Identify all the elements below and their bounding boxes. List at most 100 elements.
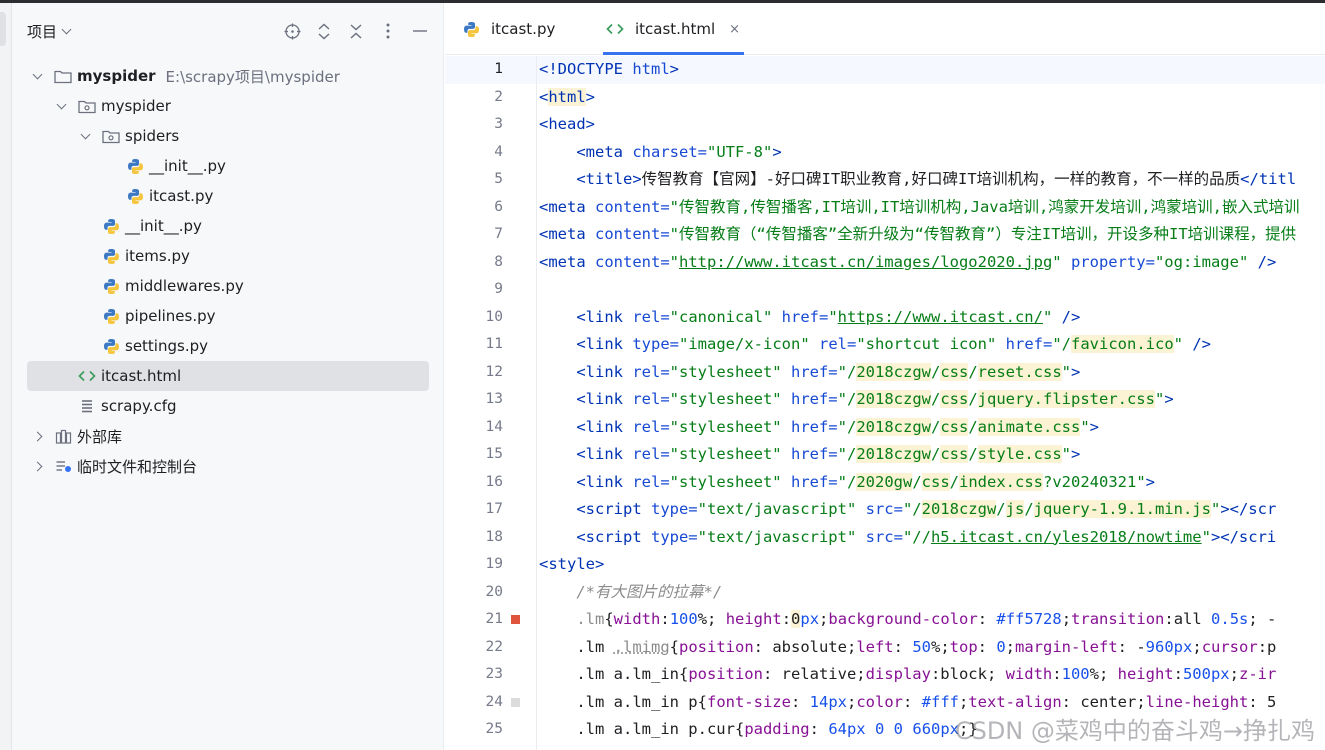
line-number: 21 — [485, 611, 503, 627]
python-icon — [101, 217, 121, 235]
code-area[interactable]: <!DOCTYPE html> <html> <head> <meta char… — [539, 56, 1325, 750]
project-panel-title: 项目 — [27, 23, 58, 41]
code-line: <link rel="stylesheet" href="/2020gw/css… — [576, 472, 1156, 491]
tree-item-scrapy-cfg[interactable]: scrapy.cfg — [12, 391, 444, 421]
tree-item-label: settings.py — [125, 337, 208, 355]
line-number: 9 — [494, 281, 503, 297]
line-number: 20 — [485, 583, 503, 600]
package-folder-icon — [101, 127, 121, 145]
code-editor[interactable]: 1 2 3 4 5 6 7 8 9 10 11 12 13 14 15 16 17 18 19 20 21 22 23 24 2… — [445, 56, 1325, 750]
tree-item-label: scrapy.cfg — [101, 397, 177, 415]
python-icon — [101, 307, 121, 325]
line-number: 15 — [485, 446, 503, 462]
tree-item-myspider-package[interactable]: myspider — [12, 91, 444, 121]
code-line: <script type="text/javascript" src="//h5… — [576, 527, 1277, 546]
chevron-down-icon[interactable] — [32, 69, 42, 79]
line-number: 7 — [494, 226, 503, 242]
code-line: <link rel="canonical" href="https://www.… — [576, 307, 1081, 326]
line-number: 3 — [494, 116, 503, 132]
code-line: .lm a.lm_in{position: relative;display:b… — [539, 665, 1277, 683]
tree-item-items-py[interactable]: items.py — [12, 241, 444, 271]
line-number: 8 — [494, 253, 503, 270]
tool-window-strip — [0, 3, 12, 750]
line-number: 5 — [494, 171, 503, 187]
tab-label: itcast.py — [491, 20, 556, 38]
project-tool-button[interactable] — [0, 12, 6, 46]
code-line: .lm .lmimg{position: absolute;left: 50%;… — [539, 637, 1277, 656]
line-number: 2 — [494, 88, 503, 105]
code-line: <style> — [539, 555, 605, 573]
line-number: 12 — [485, 363, 503, 380]
tree-item-init-spiders[interactable]: __init__.py — [12, 151, 444, 181]
tree-item-label: __init__.py — [125, 217, 202, 235]
tree-item-label: myspider — [77, 67, 156, 85]
tree-item-label: items.py — [125, 247, 190, 265]
tree-item-label: spiders — [125, 127, 180, 145]
code-line: <script type="text/javascript" src="/201… — [576, 500, 1277, 518]
tree-item-spiders[interactable]: spiders — [12, 121, 444, 151]
project-view-selector[interactable]: 项目 — [27, 21, 72, 42]
code-line: <link rel="stylesheet" href="/2018czgw/c… — [576, 362, 1081, 381]
package-folder-icon — [77, 97, 97, 115]
chevron-down-icon[interactable] — [56, 99, 66, 109]
minimize-icon[interactable] — [404, 20, 436, 42]
code-line: .lm a.lm_in p.cur{padding: 64px 0 0 660p… — [539, 720, 978, 738]
tree-item-label: itcast.py — [149, 187, 214, 205]
line-number: 23 — [485, 666, 503, 682]
tab-itcast-html[interactable]: itcast.html × — [602, 3, 745, 55]
python-icon — [125, 157, 145, 175]
gutter-marker[interactable] — [511, 697, 520, 707]
tree-item-scratches-consoles[interactable]: 临时文件和控制台 — [12, 451, 444, 481]
chevron-down-icon — [61, 24, 72, 35]
editor-tab-bar: itcast.py itcast.html × — [445, 3, 1325, 55]
line-number: 6 — [494, 198, 503, 215]
code-line: <link rel="stylesheet" href="/2018czgw/c… — [576, 445, 1081, 463]
line-number: 16 — [485, 473, 503, 490]
code-line: <meta content="传智教育,传智播客,IT培训,IT培训机构,Jav… — [539, 197, 1300, 216]
code-line: .lm{width:100%; height:0px;background-co… — [576, 610, 1277, 628]
chevron-right-icon[interactable] — [32, 431, 42, 441]
code-line: <link type="image/x-icon" rel="shortcut … — [576, 335, 1212, 353]
expand-collapse-icon[interactable] — [308, 20, 340, 42]
config-file-icon — [77, 397, 97, 415]
scratches-icon — [53, 457, 73, 475]
line-number: 13 — [485, 391, 503, 407]
more-icon[interactable] — [372, 20, 404, 42]
line-number: 1 — [494, 61, 503, 77]
python-icon — [101, 337, 121, 355]
code-line: <meta charset="UTF-8"> — [576, 142, 782, 161]
tree-item-label: __init__.py — [149, 157, 226, 175]
tab-label: itcast.html — [635, 20, 716, 38]
collapse-all-icon[interactable] — [340, 20, 372, 42]
tree-item-myspider-root[interactable]: myspider E:\scrapy项目\myspider — [12, 61, 444, 91]
python-icon — [125, 187, 145, 205]
project-panel: 项目 myspider E:\scrapy项目\myspider myspide… — [12, 3, 444, 750]
tree-item-external-libraries[interactable]: 外部库 — [12, 421, 444, 451]
tree-item-label: itcast.html — [101, 367, 182, 385]
close-icon[interactable]: × — [729, 22, 740, 37]
gutter-marker[interactable] — [511, 615, 520, 624]
project-path-hint: E:\scrapy项目\myspider — [165, 67, 340, 86]
editor-gutter: 1 2 3 4 5 6 7 8 9 10 11 12 13 14 15 16 17 18 19 20 21 22 23 24 2… — [445, 56, 537, 750]
tree-item-pipelines-py[interactable]: pipelines.py — [12, 301, 444, 331]
line-number: 24 — [485, 693, 503, 710]
tree-item-settings-py[interactable]: settings.py — [12, 331, 444, 361]
gutter-separator — [536, 56, 537, 750]
line-number: 22 — [485, 638, 503, 655]
crosshair-icon[interactable] — [276, 20, 308, 42]
chevron-down-icon[interactable] — [80, 129, 90, 139]
python-icon — [101, 247, 121, 265]
tree-item-label: middlewares.py — [125, 277, 244, 295]
line-number: 17 — [485, 501, 503, 517]
tab-itcast-py[interactable]: itcast.py — [461, 3, 555, 55]
code-line: <!DOCTYPE html> — [539, 60, 679, 78]
chevron-right-icon[interactable] — [32, 461, 42, 471]
tree-item-init-myspider[interactable]: __init__.py — [12, 211, 444, 241]
tree-item-itcast-py[interactable]: itcast.py — [12, 181, 444, 211]
tree-item-itcast-html[interactable]: itcast.html — [27, 361, 429, 391]
line-number: 4 — [494, 143, 503, 160]
python-icon — [101, 277, 121, 295]
tree-item-middlewares-py[interactable]: middlewares.py — [12, 271, 444, 301]
line-number: 19 — [485, 556, 503, 572]
library-icon — [53, 427, 73, 445]
